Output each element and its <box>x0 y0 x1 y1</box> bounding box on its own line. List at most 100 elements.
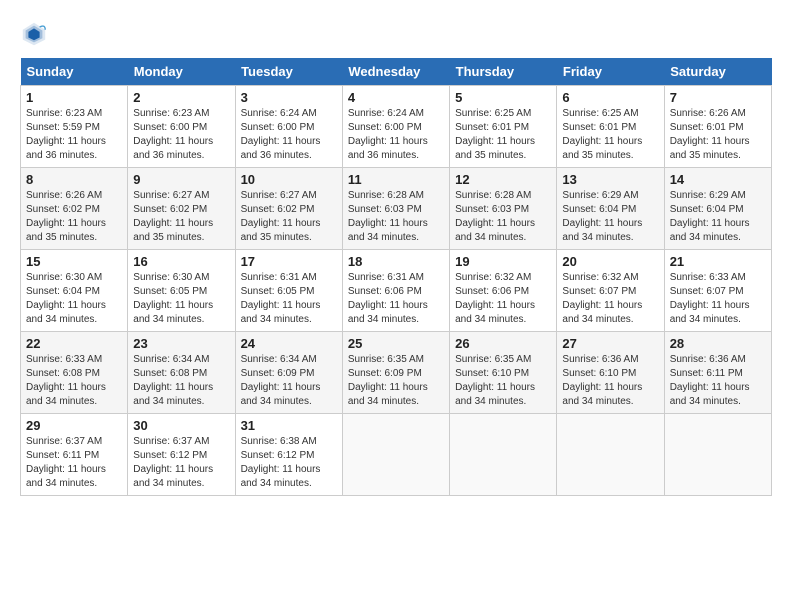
day-info: Sunrise: 6:30 AM Sunset: 6:05 PM Dayligh… <box>133 271 229 327</box>
day-number: 18 <box>348 254 444 269</box>
day-info: Sunrise: 6:37 AM Sunset: 6:12 PM Dayligh… <box>133 435 229 491</box>
day-number: 30 <box>133 418 229 433</box>
day-info: Sunrise: 6:23 AM Sunset: 5:59 PM Dayligh… <box>26 107 122 163</box>
calendar-cell <box>557 414 664 496</box>
calendar-cell: 9 Sunrise: 6:27 AM Sunset: 6:02 PM Daylig… <box>128 168 235 250</box>
day-info: Sunrise: 6:32 AM Sunset: 6:06 PM Dayligh… <box>455 271 551 327</box>
day-info: Sunrise: 6:29 AM Sunset: 6:04 PM Dayligh… <box>670 189 766 245</box>
day-number: 29 <box>26 418 122 433</box>
day-info: Sunrise: 6:31 AM Sunset: 6:06 PM Dayligh… <box>348 271 444 327</box>
calendar-cell: 13Sunrise: 6:29 AM Sunset: 6:04 PM Dayli… <box>557 168 664 250</box>
weekday-header-sunday: Sunday <box>21 58 128 86</box>
calendar-cell: 25 Sunrise: 6:35 AM Sunset: 6:09 PM Dayli… <box>342 332 449 414</box>
day-info: Sunrise: 6:25 AM Sunset: 6:01 PM Dayligh… <box>455 107 551 163</box>
day-info: Sunrise: 6:37 AM Sunset: 6:11 PM Dayligh… <box>26 435 122 491</box>
day-info: Sunrise: 6:36 AM Sunset: 6:11 PM Dayligh… <box>670 353 766 409</box>
calendar-cell: 27Sunrise: 6:36 AM Sunset: 6:10 PM Dayli… <box>557 332 664 414</box>
day-info: Sunrise: 6:34 AM Sunset: 6:09 PM Dayligh… <box>241 353 337 409</box>
calendar-cell: 29 Sunrise: 6:37 AM Sunset: 6:11 PM Dayli… <box>21 414 128 496</box>
day-number: 25 <box>348 336 444 351</box>
day-number: 5 <box>455 90 551 105</box>
day-number: 17 <box>241 254 337 269</box>
day-info: Sunrise: 6:32 AM Sunset: 6:07 PM Dayligh… <box>562 271 658 327</box>
day-number: 3 <box>241 90 337 105</box>
calendar-week-row: 29 Sunrise: 6:37 AM Sunset: 6:11 PM Dayli… <box>21 414 772 496</box>
calendar-cell: 20 Sunrise: 6:32 AM Sunset: 6:07 PM Dayli… <box>557 250 664 332</box>
day-number: 24 <box>241 336 337 351</box>
day-number: 2 <box>133 90 229 105</box>
day-number: 16 <box>133 254 229 269</box>
day-info: Sunrise: 6:24 AM Sunset: 6:00 PM Dayligh… <box>241 107 337 163</box>
weekday-header-thursday: Thursday <box>450 58 557 86</box>
calendar-cell: 8 Sunrise: 6:26 AM Sunset: 6:02 PM Daylig… <box>21 168 128 250</box>
day-number: 12 <box>455 172 551 187</box>
weekday-header-row: SundayMondayTuesdayWednesdayThursdayFrid… <box>21 58 772 86</box>
calendar-cell <box>664 414 771 496</box>
day-number: 21 <box>670 254 766 269</box>
day-number: 20 <box>562 254 658 269</box>
calendar-cell: 12 Sunrise: 6:28 AM Sunset: 6:03 PM Dayli… <box>450 168 557 250</box>
calendar-week-row: 1Sunrise: 6:23 AM Sunset: 5:59 PM Daylig… <box>21 86 772 168</box>
day-info: Sunrise: 6:35 AM Sunset: 6:09 PM Dayligh… <box>348 353 444 409</box>
day-info: Sunrise: 6:28 AM Sunset: 6:03 PM Dayligh… <box>348 189 444 245</box>
calendar-cell: 28Sunrise: 6:36 AM Sunset: 6:11 PM Dayli… <box>664 332 771 414</box>
calendar-cell: 15 Sunrise: 6:30 AM Sunset: 6:04 PM Dayli… <box>21 250 128 332</box>
calendar-cell: 3 Sunrise: 6:24 AM Sunset: 6:00 PM Daylig… <box>235 86 342 168</box>
day-number: 9 <box>133 172 229 187</box>
calendar-cell: 21 Sunrise: 6:33 AM Sunset: 6:07 PM Dayli… <box>664 250 771 332</box>
calendar-cell: 7 Sunrise: 6:26 AM Sunset: 6:01 PM Daylig… <box>664 86 771 168</box>
logo-icon <box>20 20 48 48</box>
calendar-cell: 22Sunrise: 6:33 AM Sunset: 6:08 PM Dayli… <box>21 332 128 414</box>
calendar-body: 1Sunrise: 6:23 AM Sunset: 5:59 PM Daylig… <box>21 86 772 496</box>
day-info: Sunrise: 6:23 AM Sunset: 6:00 PM Dayligh… <box>133 107 229 163</box>
day-number: 13 <box>562 172 658 187</box>
weekday-header-saturday: Saturday <box>664 58 771 86</box>
day-number: 15 <box>26 254 122 269</box>
calendar-cell: 26 Sunrise: 6:35 AM Sunset: 6:10 PM Dayli… <box>450 332 557 414</box>
day-info: Sunrise: 6:33 AM Sunset: 6:07 PM Dayligh… <box>670 271 766 327</box>
calendar-cell: 14 Sunrise: 6:29 AM Sunset: 6:04 PM Dayli… <box>664 168 771 250</box>
calendar-cell: 18 Sunrise: 6:31 AM Sunset: 6:06 PM Dayli… <box>342 250 449 332</box>
calendar-cell: 30 Sunrise: 6:37 AM Sunset: 6:12 PM Dayli… <box>128 414 235 496</box>
calendar-table: SundayMondayTuesdayWednesdayThursdayFrid… <box>20 58 772 496</box>
day-number: 31 <box>241 418 337 433</box>
calendar-cell <box>342 414 449 496</box>
calendar-header: SundayMondayTuesdayWednesdayThursdayFrid… <box>21 58 772 86</box>
day-info: Sunrise: 6:27 AM Sunset: 6:02 PM Dayligh… <box>133 189 229 245</box>
calendar-cell: 31 Sunrise: 6:38 AM Sunset: 6:12 PM Dayli… <box>235 414 342 496</box>
day-info: Sunrise: 6:33 AM Sunset: 6:08 PM Dayligh… <box>26 353 122 409</box>
weekday-header-monday: Monday <box>128 58 235 86</box>
day-info: Sunrise: 6:34 AM Sunset: 6:08 PM Dayligh… <box>133 353 229 409</box>
calendar-cell: 5 Sunrise: 6:25 AM Sunset: 6:01 PM Daylig… <box>450 86 557 168</box>
day-info: Sunrise: 6:26 AM Sunset: 6:02 PM Dayligh… <box>26 189 122 245</box>
day-number: 4 <box>348 90 444 105</box>
day-number: 8 <box>26 172 122 187</box>
day-info: Sunrise: 6:30 AM Sunset: 6:04 PM Dayligh… <box>26 271 122 327</box>
calendar-cell: 1Sunrise: 6:23 AM Sunset: 5:59 PM Daylig… <box>21 86 128 168</box>
day-number: 7 <box>670 90 766 105</box>
day-info: Sunrise: 6:27 AM Sunset: 6:02 PM Dayligh… <box>241 189 337 245</box>
calendar-cell: 16 Sunrise: 6:30 AM Sunset: 6:05 PM Dayli… <box>128 250 235 332</box>
weekday-header-tuesday: Tuesday <box>235 58 342 86</box>
calendar-cell: 19 Sunrise: 6:32 AM Sunset: 6:06 PM Dayli… <box>450 250 557 332</box>
day-number: 11 <box>348 172 444 187</box>
day-info: Sunrise: 6:28 AM Sunset: 6:03 PM Dayligh… <box>455 189 551 245</box>
day-info: Sunrise: 6:36 AM Sunset: 6:10 PM Dayligh… <box>562 353 658 409</box>
logo <box>20 20 52 48</box>
day-number: 14 <box>670 172 766 187</box>
calendar-cell: 4Sunrise: 6:24 AM Sunset: 6:00 PM Daylig… <box>342 86 449 168</box>
day-number: 19 <box>455 254 551 269</box>
day-info: Sunrise: 6:26 AM Sunset: 6:01 PM Dayligh… <box>670 107 766 163</box>
calendar-week-row: 15 Sunrise: 6:30 AM Sunset: 6:04 PM Dayli… <box>21 250 772 332</box>
day-number: 23 <box>133 336 229 351</box>
calendar-cell: 23 Sunrise: 6:34 AM Sunset: 6:08 PM Dayli… <box>128 332 235 414</box>
day-info: Sunrise: 6:35 AM Sunset: 6:10 PM Dayligh… <box>455 353 551 409</box>
calendar-cell: 24 Sunrise: 6:34 AM Sunset: 6:09 PM Dayli… <box>235 332 342 414</box>
day-info: Sunrise: 6:31 AM Sunset: 6:05 PM Dayligh… <box>241 271 337 327</box>
calendar-cell: 6Sunrise: 6:25 AM Sunset: 6:01 PM Daylig… <box>557 86 664 168</box>
day-number: 26 <box>455 336 551 351</box>
calendar-week-row: 8 Sunrise: 6:26 AM Sunset: 6:02 PM Daylig… <box>21 168 772 250</box>
calendar-cell: 11 Sunrise: 6:28 AM Sunset: 6:03 PM Dayli… <box>342 168 449 250</box>
day-number: 10 <box>241 172 337 187</box>
day-info: Sunrise: 6:38 AM Sunset: 6:12 PM Dayligh… <box>241 435 337 491</box>
